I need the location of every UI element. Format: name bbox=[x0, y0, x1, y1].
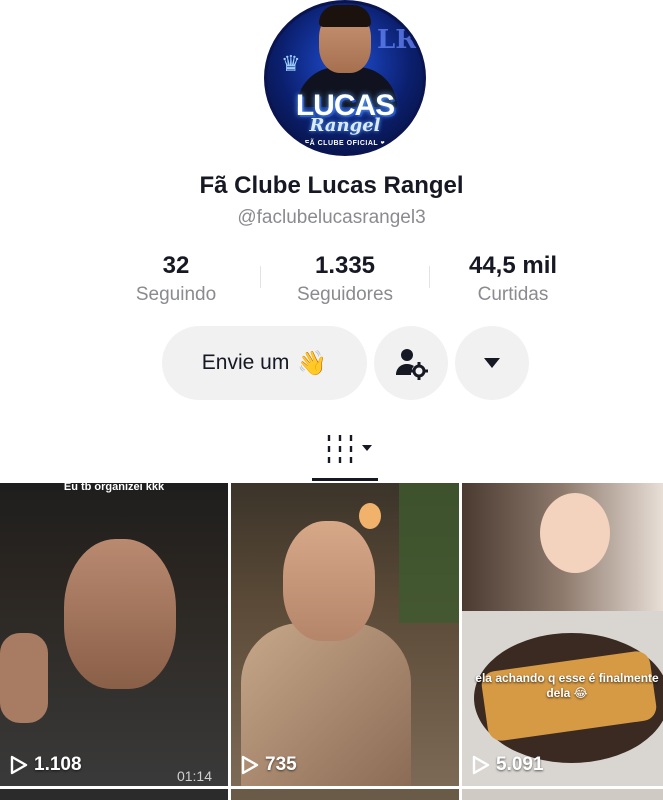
profile-stats: 32 Seguindo 1.335 Seguidores 44,5 mil Cu… bbox=[0, 252, 663, 312]
video-baby bbox=[540, 493, 610, 573]
avatar-hair bbox=[319, 5, 371, 27]
friend-settings-button[interactable] bbox=[374, 326, 448, 400]
video-thumbnail[interactable]: ela achando q esse é finalmente dela 😂 5… bbox=[462, 483, 663, 786]
video-thumbnail[interactable] bbox=[0, 789, 228, 800]
grid-videos-icon bbox=[327, 435, 372, 463]
video-views-count: 735 bbox=[265, 754, 297, 775]
play-icon bbox=[241, 755, 259, 775]
send-message-button[interactable]: Envie um 👋 bbox=[162, 326, 367, 400]
video-views: 735 bbox=[241, 754, 297, 776]
video-views: 1.108 bbox=[10, 754, 82, 776]
stat-following[interactable]: 32 Seguindo bbox=[91, 252, 261, 306]
stat-likes-value: 44,5 mil bbox=[468, 252, 558, 279]
video-views-count: 1.108 bbox=[34, 754, 82, 775]
stat-followers[interactable]: 1.335 Seguidores bbox=[260, 252, 430, 306]
profile-avatar[interactable]: ♛ LR LUCAS Rangel FÃ CLUBE OFICIAL ♥ bbox=[264, 0, 426, 156]
video-plant bbox=[399, 483, 459, 623]
more-options-button[interactable] bbox=[455, 326, 529, 400]
video-views: 5.091 bbox=[472, 754, 544, 776]
video-grid: Eu tb organizei kkk 01:14 1.108 735 ela … bbox=[0, 483, 663, 800]
stat-followers-label: Seguidores bbox=[296, 284, 394, 305]
chevron-down-icon bbox=[484, 358, 500, 368]
video-caption: ela achando q esse é finalmente dela 😂 bbox=[475, 671, 659, 700]
waving-hand-icon: 👋 bbox=[297, 349, 328, 377]
video-thumbnail[interactable]: 735 bbox=[231, 483, 459, 786]
send-message-label: Envie um bbox=[201, 351, 290, 374]
avatar-monogram: LR bbox=[377, 25, 417, 55]
video-thumbnail[interactable] bbox=[231, 789, 459, 800]
profile-name: Fã Clube Lucas Rangel bbox=[199, 172, 464, 199]
video-duration: 01:14 bbox=[176, 768, 212, 784]
stat-likes-label: Curtidas bbox=[477, 284, 549, 305]
add-friend-settings-icon bbox=[396, 349, 428, 380]
crown-icon: ♛ bbox=[281, 51, 301, 76]
avatar-brand-line3: FÃ CLUBE OFICIAL ♥ bbox=[304, 140, 386, 147]
stat-likes[interactable]: 44,5 mil Curtidas bbox=[428, 252, 598, 306]
profile-handle: @faclubelucasrangel3 bbox=[237, 207, 426, 228]
tab-videos[interactable] bbox=[326, 432, 376, 466]
stat-followers-value: 1.335 bbox=[314, 252, 376, 279]
video-person bbox=[283, 521, 375, 641]
play-icon bbox=[10, 755, 28, 775]
tab-active-indicator bbox=[312, 478, 378, 481]
video-caption: Eu tb organizei kkk bbox=[63, 483, 165, 493]
play-icon bbox=[472, 755, 490, 775]
video-lamp bbox=[359, 503, 381, 529]
video-thumbnail[interactable]: Eu tb organizei kkk 01:14 1.108 bbox=[0, 483, 228, 786]
video-person bbox=[64, 539, 176, 689]
avatar-brand-line2: Rangel bbox=[309, 115, 381, 136]
stat-following-label: Seguindo bbox=[135, 284, 217, 305]
video-hand bbox=[0, 633, 48, 723]
stat-following-value: 32 bbox=[162, 252, 190, 279]
video-thumbnail[interactable] bbox=[462, 789, 663, 800]
video-views-count: 5.091 bbox=[496, 754, 544, 775]
